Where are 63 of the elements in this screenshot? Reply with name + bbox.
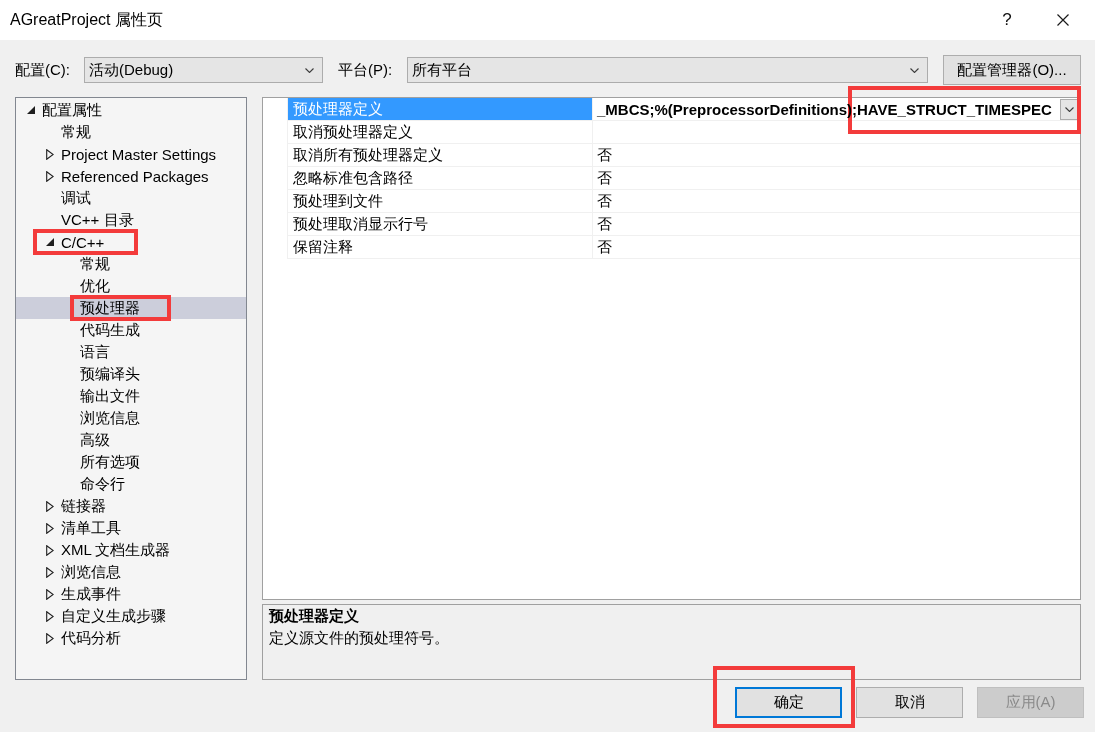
tree-item[interactable]: Referenced Packages <box>16 165 246 187</box>
tree-item[interactable]: 配置属性 <box>16 99 246 121</box>
cancel-button[interactable]: 取消 <box>856 687 963 718</box>
description-text: 定义源文件的预处理符号。 <box>269 628 450 648</box>
tree-item[interactable]: 预处理器 <box>16 297 246 319</box>
collapsed-arrow-icon[interactable] <box>46 544 54 556</box>
property-value[interactable]: 否 <box>597 145 612 165</box>
collapsed-arrow-icon[interactable] <box>46 148 54 160</box>
tree-item[interactable]: 链接器 <box>16 495 246 517</box>
tree-item[interactable]: 命令行 <box>16 473 246 495</box>
property-value[interactable]: 否 <box>597 237 612 257</box>
tree-item[interactable]: 浏览信息 <box>16 561 246 583</box>
tree-item[interactable]: 预编译头 <box>16 363 246 385</box>
tree-item[interactable]: 所有选项 <box>16 451 246 473</box>
configuration-manager-button[interactable]: 配置管理器(O)... <box>943 55 1081 85</box>
tree-item[interactable]: 语言 <box>16 341 246 363</box>
configuration-dropdown[interactable]: 活动(Debug) <box>84 57 323 83</box>
chevron-down-icon <box>1064 106 1074 112</box>
tree-item[interactable]: 浏览信息 <box>16 407 246 429</box>
tree-item[interactable]: 调试 <box>16 187 246 209</box>
property-value[interactable]: 否 <box>597 168 612 188</box>
property-value[interactable]: 否 <box>597 214 612 234</box>
tree-item[interactable]: 常规 <box>16 253 246 275</box>
platform-dropdown[interactable]: 所有平台 <box>407 57 928 83</box>
expanded-arrow-icon[interactable] <box>46 238 54 246</box>
collapsed-arrow-icon[interactable] <box>46 610 54 622</box>
collapsed-arrow-icon[interactable] <box>46 170 54 182</box>
property-name[interactable]: 取消所有预处理器定义 <box>288 144 593 167</box>
collapsed-arrow-icon[interactable] <box>46 566 54 578</box>
property-name[interactable]: 预处理到文件 <box>288 190 593 213</box>
tree-item[interactable]: 代码分析 <box>16 627 246 649</box>
tree-item[interactable]: 输出文件 <box>16 385 246 407</box>
tree-item[interactable]: VC++ 目录 <box>16 209 246 231</box>
property-name[interactable]: 保留注释 <box>288 236 593 259</box>
tree-item[interactable]: Project Master Settings <box>16 143 246 165</box>
property-name[interactable]: 预处理取消显示行号 <box>288 213 593 236</box>
window-title: AGreatProject 属性页 <box>9 9 163 30</box>
chevron-down-icon <box>910 67 919 73</box>
property-name[interactable]: 忽略标准包含路径 <box>288 167 593 190</box>
tree-item[interactable]: 高级 <box>16 429 246 451</box>
dropdown-button[interactable] <box>1060 98 1078 120</box>
tree-item[interactable]: 代码生成 <box>16 319 246 341</box>
field-label: 平台(P): <box>338 60 394 80</box>
ok-button[interactable]: 确定 <box>735 687 842 718</box>
expanded-arrow-icon[interactable] <box>27 106 35 114</box>
close-icon <box>1057 14 1069 26</box>
tree-item[interactable]: C/C++ <box>16 231 246 253</box>
help-button[interactable]: ? <box>979 0 1035 40</box>
collapsed-arrow-icon[interactable] <box>46 500 54 512</box>
field-label: 配置(C): <box>15 60 71 80</box>
collapsed-arrow-icon[interactable] <box>46 588 54 600</box>
tree-item[interactable]: 生成事件 <box>16 583 246 605</box>
property-name[interactable]: 取消预处理器定义 <box>288 121 593 144</box>
property-value[interactable]: 否 <box>597 191 612 211</box>
chevron-down-icon <box>305 67 314 73</box>
tree-item[interactable]: 清单工具 <box>16 517 246 539</box>
tree-item[interactable]: 常规 <box>16 121 246 143</box>
collapsed-arrow-icon[interactable] <box>46 632 54 644</box>
tree-item[interactable]: 自定义生成步骤 <box>16 605 246 627</box>
collapsed-arrow-icon[interactable] <box>46 522 54 534</box>
tree-item[interactable]: XML 文档生成器 <box>16 539 246 561</box>
tree-item[interactable]: 优化 <box>16 275 246 297</box>
description-title: 预处理器定义 <box>269 606 360 626</box>
